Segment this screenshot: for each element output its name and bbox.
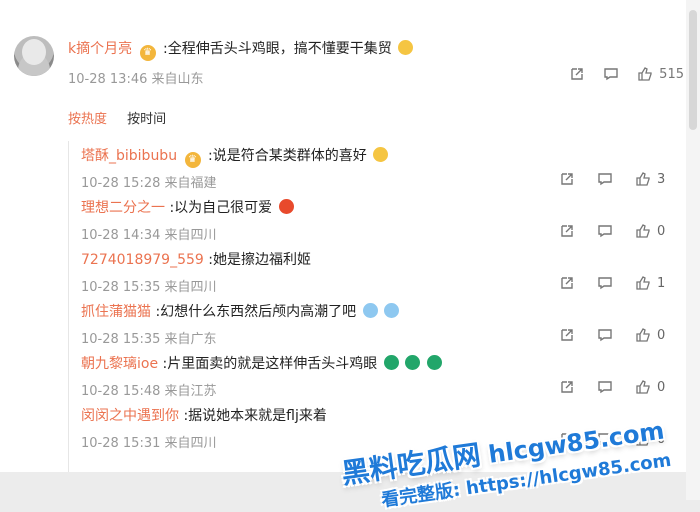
main-comment-actions: 515 (569, 66, 684, 82)
share-icon[interactable] (559, 327, 575, 343)
like-control[interactable]: 1 (635, 275, 667, 291)
reply-actions: 0 (559, 379, 667, 395)
thumb-up-icon[interactable] (635, 223, 651, 239)
reply-text: 7274018979_559 :她是擦边福利姬 (81, 249, 311, 269)
reply-item: 朝九黎璃ioe :片里面卖的就是这样伸舌头斗鸡眼 10-28 15:48 来自江… (69, 349, 679, 401)
share-icon[interactable] (569, 66, 585, 82)
reply-user-name[interactable]: 7274018979_559 (81, 252, 204, 268)
sick-emoji-icon (383, 355, 399, 370)
reply-user-name[interactable]: 朝九黎璃ioe (81, 356, 158, 372)
reply-actions: 1 (559, 275, 667, 291)
like-control[interactable]: 0 (635, 327, 667, 343)
main-comment: k摘个月亮 ♛ :全程伸舌头斗鸡眼，搞不懂要干集贸 10-28 13:46 来自… (14, 30, 684, 90)
angry-emoji-icon (278, 199, 294, 214)
reply-text: 朝九黎璃ioe :片里面卖的就是这样伸舌头斗鸡眼 (81, 353, 442, 373)
reply-content: :以为自己很可爱 (169, 200, 273, 216)
comment-icon[interactable] (597, 327, 613, 343)
reply-text: 抓住蒲猫猫 :幻想什么东西然后颅内高潮了吧 (81, 301, 400, 321)
reply-content: :说是符合某类群体的喜好 (207, 148, 367, 164)
reply-actions: 3 (559, 171, 667, 187)
reply-user-name[interactable]: 闵闵之中遇到你 (81, 408, 179, 424)
reply-item: 塔酥_bibibubu ♛ :说是符合某类群体的喜好 10-28 15:28 来… (69, 141, 679, 193)
share-icon[interactable] (559, 171, 575, 187)
like-count: 3 (657, 171, 666, 187)
comment-panel: k摘个月亮 ♛ :全程伸舌头斗鸡眼，搞不懂要干集贸 10-28 13:46 来自… (0, 0, 686, 472)
sick-emoji-icon (405, 355, 421, 370)
reply-meta: 10-28 15:28 来自福建 (81, 176, 217, 191)
reply-meta: 10-28 14:34 来自四川 (81, 228, 217, 243)
thumb-up-icon[interactable] (637, 66, 653, 82)
like-control[interactable]: 515 (637, 66, 684, 82)
share-icon[interactable] (559, 379, 575, 395)
sweat-emoji-icon (384, 303, 400, 318)
reply-item: 7274018979_559 :她是擦边福利姬 10-28 15:35 来自四川… (69, 245, 679, 297)
like-count: 1 (657, 275, 666, 291)
like-count: 0 (657, 327, 666, 343)
reply-content: :幻想什么东西然后颅内高潮了吧 (155, 304, 357, 320)
reply-item: 理想二分之一 :以为自己很可爱 10-28 14:34 来自四川 0 (69, 193, 679, 245)
comment-icon[interactable] (603, 66, 619, 82)
reply-user-name[interactable]: 塔酥_bibibubu (81, 148, 177, 164)
user-avatar[interactable] (14, 36, 54, 76)
vip-badge-icon: ♛ (184, 152, 201, 168)
scrollbar[interactable] (686, 0, 700, 500)
reply-item: 抓住蒲猫猫 :幻想什么东西然后颅内高潮了吧 10-28 15:35 来自广东 0 (69, 297, 679, 349)
vip-badge-icon: ♛ (139, 45, 156, 61)
reply-actions: 0 (559, 223, 667, 239)
like-control[interactable]: 0 (635, 223, 667, 239)
reply-meta: 10-28 15:48 来自江苏 (81, 384, 217, 399)
thumb-up-icon[interactable] (635, 379, 651, 395)
comment-icon[interactable] (597, 171, 613, 187)
reply-actions: 0 (559, 327, 667, 343)
sort-tabs: 按热度 按时间 (68, 108, 182, 127)
reply-content: :片里面卖的就是这样伸舌头斗鸡眼 (162, 356, 378, 372)
reply-text: 闵闵之中遇到你 :据说她本来就是flj来着 (81, 405, 327, 425)
share-icon[interactable] (559, 275, 575, 291)
like-control[interactable]: 0 (635, 379, 667, 395)
main-comment-text: k摘个月亮 ♛ :全程伸舌头斗鸡眼，搞不懂要干集贸 (68, 38, 414, 61)
like-count: 0 (657, 379, 666, 395)
share-icon[interactable] (559, 223, 575, 239)
scroll-thumb[interactable] (689, 10, 697, 130)
main-user-name[interactable]: k摘个月亮 (68, 41, 132, 57)
comment-icon[interactable] (597, 275, 613, 291)
thumb-up-icon[interactable] (635, 171, 651, 187)
comment-icon[interactable] (597, 223, 613, 239)
reply-user-name[interactable]: 抓住蒲猫猫 (81, 304, 151, 320)
sweat-emoji-icon (362, 303, 378, 318)
sick-emoji-icon (426, 355, 442, 370)
reply-meta: 10-28 15:35 来自四川 (81, 280, 217, 295)
reply-text: 理想二分之一 :以为自己很可爱 (81, 197, 294, 217)
reply-content: :她是擦边福利姬 (208, 252, 311, 268)
cat-emoji-icon (373, 147, 389, 162)
like-count: 0 (657, 223, 666, 239)
reply-content: :据说她本来就是flj来着 (183, 408, 327, 424)
reply-meta: 10-28 15:35 来自广东 (81, 332, 217, 347)
like-count: 515 (659, 66, 684, 82)
like-control[interactable]: 3 (635, 171, 667, 187)
tab-time[interactable]: 按时间 (127, 112, 166, 127)
main-comment-content: :全程伸舌头斗鸡眼，搞不懂要干集贸 (163, 41, 392, 57)
emoji-icon (398, 40, 414, 55)
reply-user-name[interactable]: 理想二分之一 (81, 200, 165, 216)
reply-meta: 10-28 15:31 来自四川 (81, 436, 217, 451)
thumb-up-icon[interactable] (635, 275, 651, 291)
tab-hot[interactable]: 按热度 (68, 112, 107, 127)
main-comment-meta: 10-28 13:46 来自山东 (68, 72, 204, 87)
comment-icon[interactable] (597, 379, 613, 395)
thumb-up-icon[interactable] (635, 327, 651, 343)
reply-text: 塔酥_bibibubu ♛ :说是符合某类群体的喜好 (81, 145, 389, 168)
